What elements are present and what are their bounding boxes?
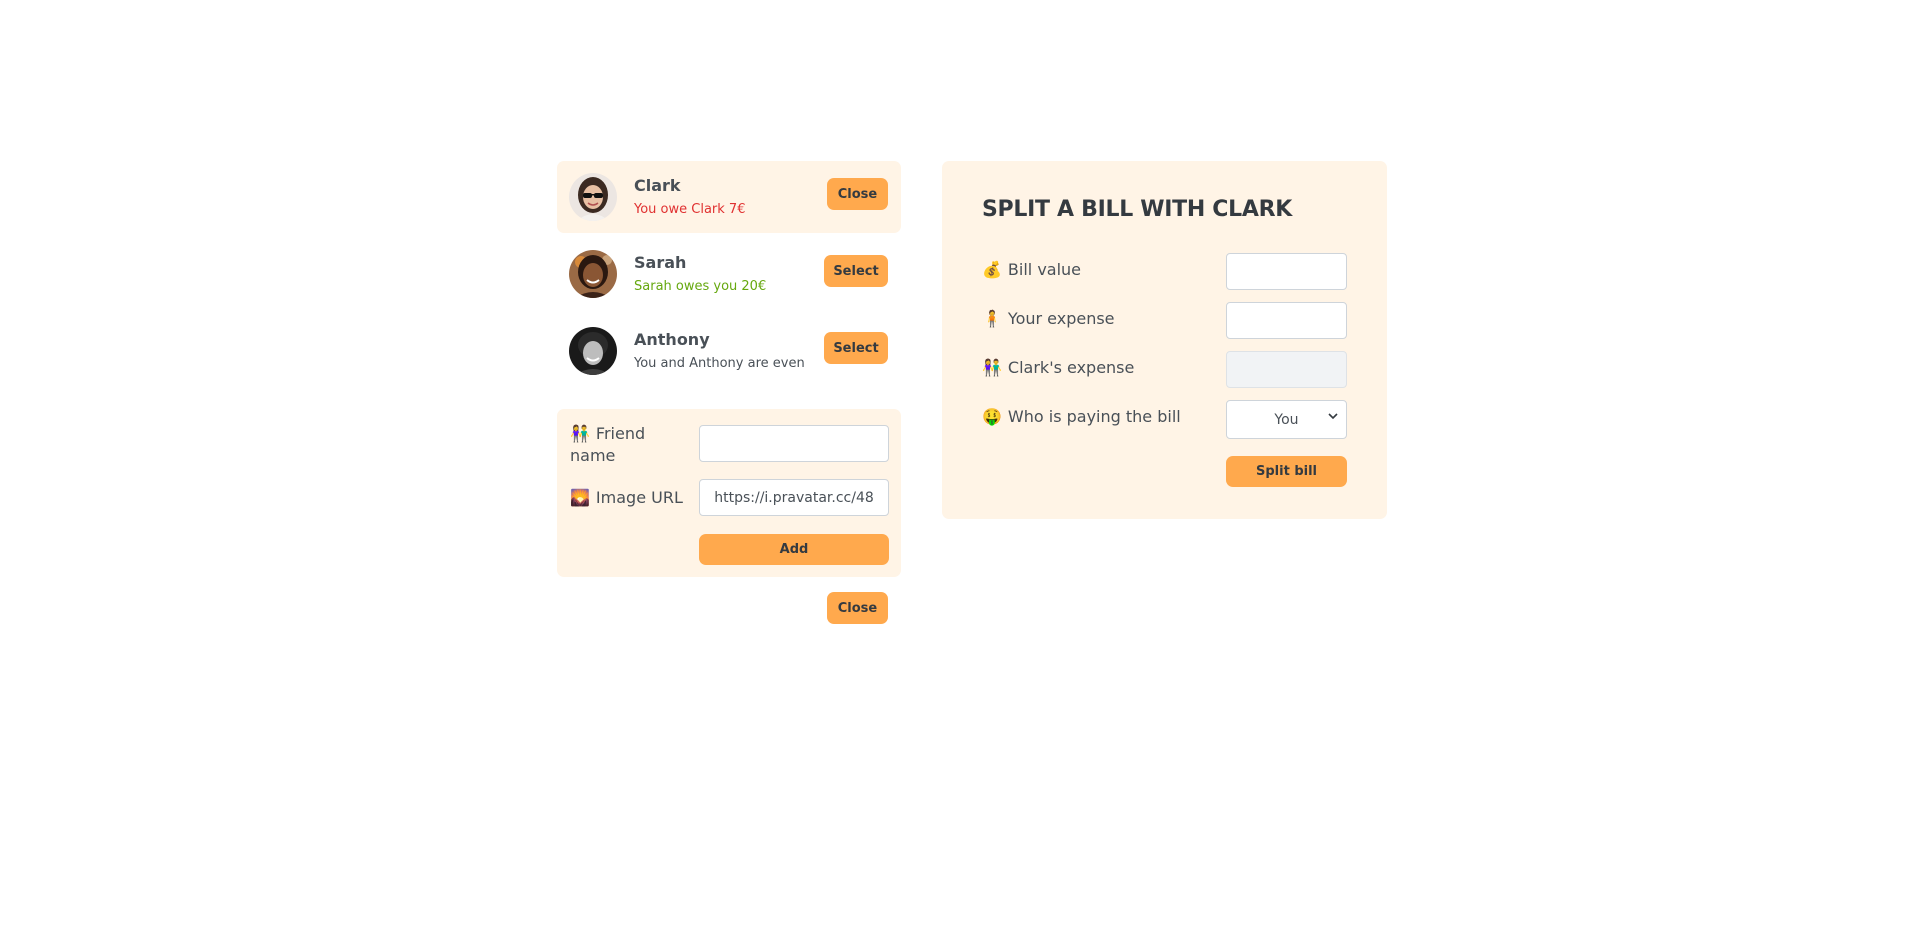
friend-name-label: 👫 Friend name xyxy=(570,423,690,467)
friend-item-anthony: Anthony You and Anthony are even Select xyxy=(557,315,901,387)
close-button[interactable]: Close xyxy=(827,178,888,210)
close-add-friend-button[interactable]: Close xyxy=(827,592,888,624)
app: Clark You owe Clark 7€ Close Sarah Sarah… xyxy=(0,0,1917,939)
friends-icon: 👫 xyxy=(982,358,1002,377)
friend-expense-label: 👫 Clark's expense xyxy=(982,357,1134,379)
bill-value-input[interactable] xyxy=(1226,253,1347,290)
friend-item-sarah: Sarah Sarah owes you 20€ Select xyxy=(557,238,901,310)
avatar xyxy=(569,327,617,375)
split-bill-button[interactable]: Split bill xyxy=(1226,456,1347,487)
avatar xyxy=(569,173,617,221)
add-friend-form: 👫 Friend name 🌄 Image URL Add xyxy=(557,409,901,577)
friend-name: Sarah xyxy=(634,253,687,272)
add-button[interactable]: Add xyxy=(699,534,889,565)
image-url-input[interactable] xyxy=(699,479,889,516)
avatar xyxy=(569,250,617,298)
bill-value-label-text: Bill value xyxy=(1007,260,1082,279)
payer-label-text: Who is paying the bill xyxy=(1007,407,1181,426)
friend-name: Anthony xyxy=(634,330,710,349)
money-face-icon: 🤑 xyxy=(982,407,1002,426)
select-button[interactable]: Select xyxy=(824,332,888,364)
bill-value-label: 💰 Bill value xyxy=(982,259,1081,281)
friend-balance-status: You and Anthony are even xyxy=(634,356,805,371)
friend-name-label-text-2: name xyxy=(570,446,616,465)
friends-icon: 👫 xyxy=(570,424,590,443)
person-standing-icon: 🧍 xyxy=(982,309,1002,328)
image-url-label: 🌄 Image URL xyxy=(570,487,683,509)
friend-balance-status: Sarah owes you 20€ xyxy=(634,279,767,294)
friend-expense-label-text: Clark's expense xyxy=(1007,358,1135,377)
friend-name-input[interactable] xyxy=(699,425,889,462)
chevron-down-icon xyxy=(1328,413,1338,420)
payer-select[interactable]: You xyxy=(1226,400,1347,439)
landscape-image-icon: 🌄 xyxy=(570,488,590,507)
payer-select-value: You xyxy=(1274,411,1299,428)
friend-item-clark: Clark You owe Clark 7€ Close xyxy=(557,161,901,233)
select-button[interactable]: Select xyxy=(824,255,888,287)
friend-expense-input xyxy=(1226,351,1347,388)
money-bag-icon: 💰 xyxy=(982,260,1002,279)
your-expense-label-text: Your expense xyxy=(1007,309,1115,328)
payer-label: 🤑 Who is paying the bill xyxy=(982,406,1181,428)
your-expense-label: 🧍 Your expense xyxy=(982,308,1115,330)
friend-name: Clark xyxy=(634,176,681,195)
friend-name-label-text: Friend xyxy=(595,424,646,443)
split-bill-form: SPLIT A BILL WITH CLARK 💰 Bill value 🧍 You… xyxy=(942,161,1387,519)
split-bill-title: SPLIT A BILL WITH CLARK xyxy=(982,197,1292,222)
image-url-label-text: Image URL xyxy=(595,488,683,507)
friend-balance-status: You owe Clark 7€ xyxy=(634,202,746,217)
your-expense-input[interactable] xyxy=(1226,302,1347,339)
